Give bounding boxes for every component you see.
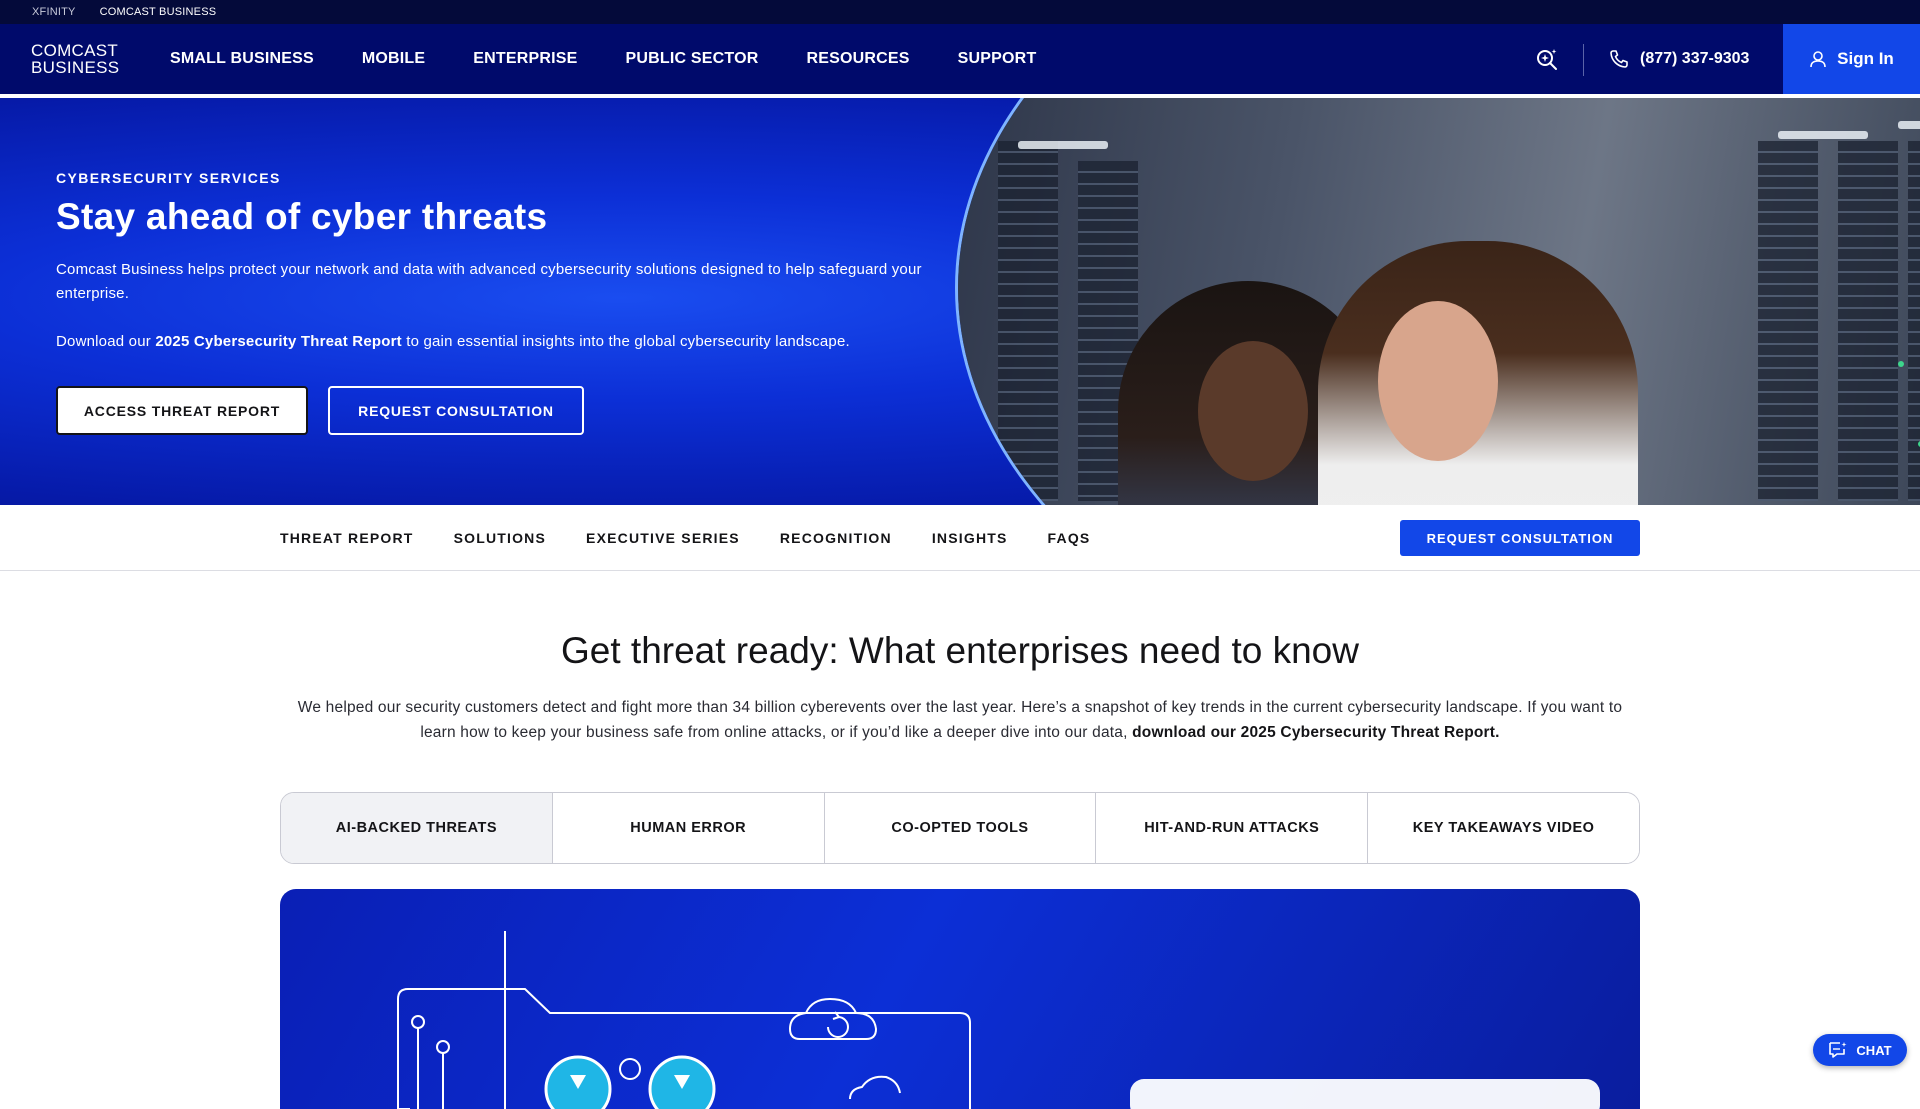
tab-co-opted-tools[interactable]: CO-OPTED TOOLS: [823, 793, 1096, 863]
nav-item-support[interactable]: SUPPORT: [958, 50, 1037, 68]
phone-number-link[interactable]: (877) 337-9303: [1640, 48, 1749, 70]
sign-in-button[interactable]: Sign In: [1783, 24, 1920, 94]
utility-link-comcast-business[interactable]: COMCAST BUSINESS: [100, 6, 217, 18]
nav-divider: [1583, 44, 1584, 76]
hero-request-consultation-button[interactable]: REQUEST CONSULTATION: [328, 386, 584, 435]
chat-label: CHAT: [1856, 1042, 1892, 1058]
subnav-insights[interactable]: INSIGHTS: [932, 530, 1008, 546]
subnav-executive-series[interactable]: EXECUTIVE SERIES: [586, 530, 740, 546]
section-title: Get threat ready: What enterprises need …: [561, 630, 1359, 671]
chat-icon: [1829, 1042, 1848, 1058]
sign-in-label: Sign In: [1837, 49, 1894, 68]
hero-download-text: Download our 2025 Cybersecurity Threat R…: [56, 330, 956, 354]
subnav-recognition[interactable]: RECOGNITION: [780, 530, 892, 546]
section-description: We helped our security customers detect …: [280, 695, 1640, 745]
hero-banner: CYBERSECURITY SERVICES Stay ahead of cyb…: [0, 98, 1920, 505]
subnav-threat-report[interactable]: THREAT REPORT: [280, 530, 414, 546]
logo-line-1: COMCAST: [31, 41, 119, 60]
nav-item-enterprise[interactable]: ENTERPRISE: [473, 50, 577, 68]
subnav-faqs[interactable]: FAQS: [1048, 530, 1091, 546]
tab-human-error[interactable]: HUMAN ERROR: [551, 793, 824, 863]
nav-links: SMALL BUSINESS MOBILE ENTERPRISE PUBLIC …: [170, 24, 1036, 94]
tab-panel-ai-backed-threats: [280, 889, 1640, 1109]
user-icon: [1810, 51, 1826, 68]
hero-download-suffix: to gain essential insights into the glob…: [401, 333, 850, 350]
hero-eyebrow: CYBERSECURITY SERVICES: [56, 170, 281, 186]
hero-title: Stay ahead of cyber threats: [56, 196, 548, 237]
nav-item-public-sector[interactable]: PUBLIC SECTOR: [626, 50, 759, 68]
tab-key-takeaways-video[interactable]: KEY TAKEAWAYS VIDEO: [1367, 793, 1639, 863]
ai-search-icon[interactable]: [1534, 46, 1560, 72]
access-threat-report-button[interactable]: ACCESS THREAT REPORT: [56, 386, 308, 435]
tab-hit-and-run-attacks[interactable]: HIT-AND-RUN ATTACKS: [1095, 793, 1368, 863]
hero-description: Comcast Business helps protect your netw…: [56, 261, 922, 302]
threat-report-link[interactable]: 2025 Cybersecurity Threat Report: [155, 333, 402, 350]
nav-item-small-business[interactable]: SMALL BUSINESS: [170, 50, 314, 68]
hero-photo-two-engineers-in-server-room: [955, 98, 1920, 505]
utility-bar: XFINITY COMCAST BUSINESS: [0, 0, 1920, 24]
hero-download-prefix: Download our: [56, 333, 156, 350]
logo-line-2: BUSINESS: [31, 58, 120, 77]
utility-link-xfinity[interactable]: XFINITY: [32, 6, 76, 18]
nav-item-mobile[interactable]: MOBILE: [362, 50, 425, 68]
download-report-link[interactable]: download our 2025 Cybersecurity Threat R…: [1132, 724, 1500, 741]
phone-icon: [1610, 50, 1628, 68]
main-nav: COMCAST BUSINESS SMALL BUSINESS MOBILE E…: [0, 24, 1920, 94]
page-subnav: THREAT REPORT SOLUTIONS EXECUTIVE SERIES…: [0, 505, 1920, 571]
chat-button[interactable]: CHAT: [1813, 1034, 1907, 1066]
tab-ai-backed-threats[interactable]: AI-BACKED THREATS: [281, 793, 552, 863]
threat-tabs: AI-BACKED THREATS HUMAN ERROR CO-OPTED T…: [280, 792, 1640, 864]
subnav-links: THREAT REPORT SOLUTIONS EXECUTIVE SERIES…: [280, 505, 1090, 571]
subnav-request-consultation-button[interactable]: REQUEST CONSULTATION: [1400, 520, 1640, 556]
comcast-business-logo[interactable]: COMCAST BUSINESS: [31, 42, 119, 76]
subnav-solutions[interactable]: SOLUTIONS: [454, 530, 546, 546]
ai-threat-illustration: [397, 931, 1600, 1109]
nav-item-resources[interactable]: RESOURCES: [807, 50, 910, 68]
